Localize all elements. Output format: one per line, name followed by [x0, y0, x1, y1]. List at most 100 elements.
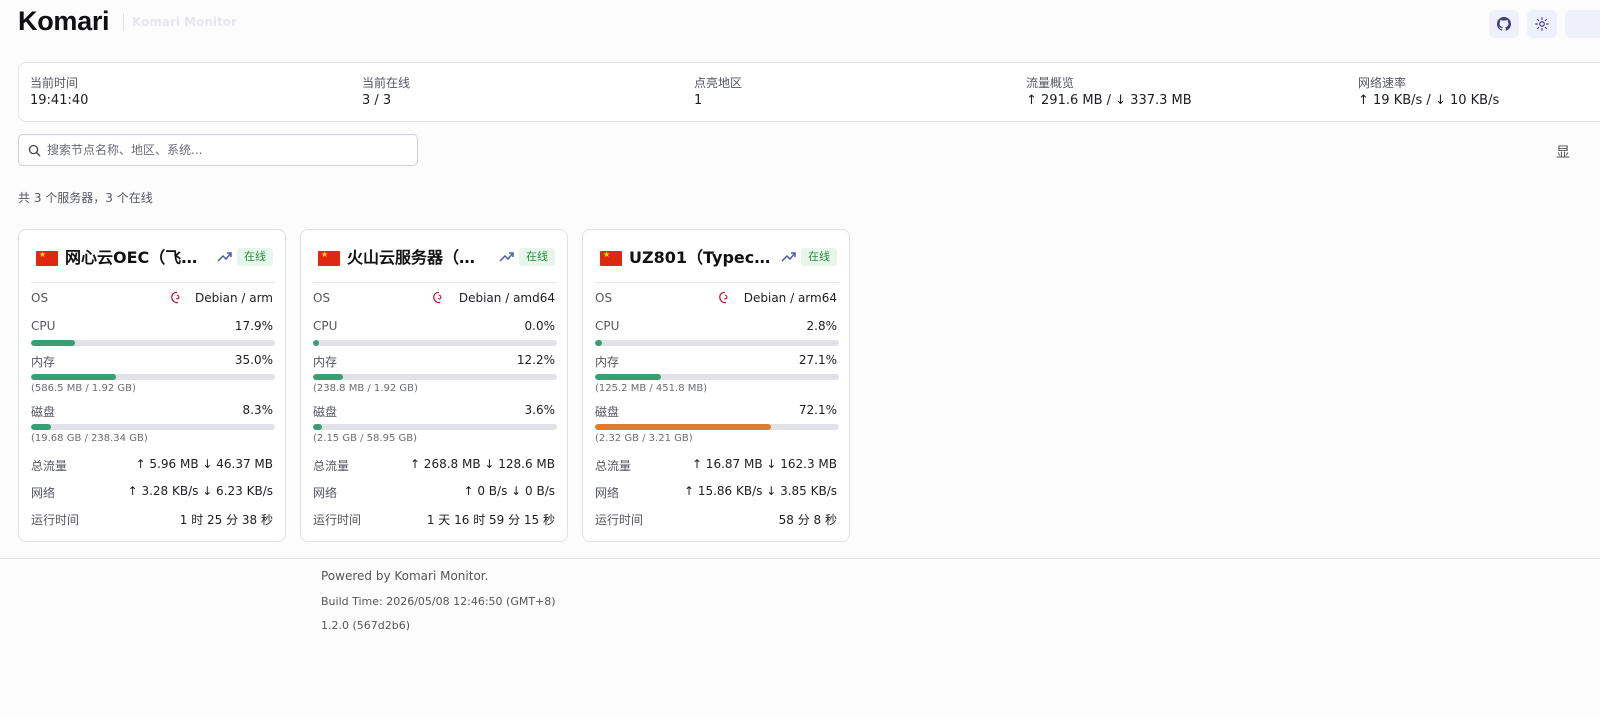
mem-value: 35.0%: [234, 353, 273, 367]
trend-icon[interactable]: [499, 250, 515, 264]
server-name[interactable]: 网心云OEC（飞…: [65, 248, 213, 268]
divider: [595, 282, 839, 283]
uptime-label: 运行时间: [31, 513, 80, 527]
cpu-label: CPU: [31, 319, 56, 333]
uptime-label: 运行时间: [313, 513, 362, 527]
server-name[interactable]: 火山云服务器（…: [347, 248, 495, 268]
disk-bar-fill: [31, 424, 52, 430]
status-badge: 在线: [519, 248, 555, 266]
stat-traffic: 流量概览 ↑ 291.6 MB / ↓ 337.3 MB: [1026, 75, 1192, 110]
mem-label: 内存: [595, 355, 620, 369]
trend-icon[interactable]: [217, 250, 233, 264]
disk-label: 磁盘: [595, 405, 620, 419]
uptime-label: 运行时间: [595, 513, 644, 527]
trend-icon[interactable]: [781, 250, 797, 264]
uptime-value: 58 分 8 秒: [778, 513, 837, 527]
cpu-label: CPU: [595, 319, 620, 333]
stat-value: ↑ 291.6 MB / ↓ 337.3 MB: [1026, 93, 1192, 108]
card-header: 火山云服务器（… 在线: [313, 248, 557, 268]
net-label: 网络: [595, 486, 620, 500]
search-input[interactable]: [47, 135, 407, 165]
stat-network-speed: 网络速率 ↑ 19 KB/s / ↓ 10 KB/s: [1358, 75, 1499, 110]
server-card[interactable]: 网心云OEC（飞… 在线 OS Debian / arm CPU 17.9% 内…: [18, 229, 286, 542]
disk-label: 磁盘: [313, 405, 338, 419]
cn-flag-icon: [600, 250, 622, 266]
brand-title[interactable]: Komari: [18, 6, 110, 37]
search-icon: [28, 144, 41, 157]
cpu-value: 0.0%: [524, 319, 556, 333]
search-box[interactable]: [18, 134, 418, 166]
os-label: OS: [595, 291, 613, 305]
cpu-bar: [595, 340, 839, 346]
traffic-label: 总流量: [313, 459, 350, 473]
server-card[interactable]: 火山云服务器（… 在线 OS Debian / amd64 CPU 0.0% 内…: [300, 229, 568, 542]
footer-powered-by[interactable]: Powered by Komari Monitor.: [321, 569, 488, 583]
disk-detail: (19.68 GB / 238.34 GB): [31, 433, 148, 444]
disk-bar-fill: [595, 424, 771, 430]
debian-icon: [719, 291, 728, 304]
github-button[interactable]: [1489, 10, 1519, 38]
status-badge: 在线: [237, 248, 273, 266]
cpu-bar-fill: [31, 340, 75, 346]
net-value: ↑ 15.86 KB/s ↓ 3.85 KB/s: [683, 484, 837, 498]
cpu-bar-fill: [595, 340, 602, 346]
status-badge: 在线: [801, 248, 837, 266]
brand-subtitle: Komari Monitor: [123, 13, 237, 31]
mem-label: 内存: [31, 355, 56, 369]
traffic-value: ↑ 5.96 MB ↓ 46.37 MB: [135, 457, 273, 471]
divider: [313, 282, 557, 283]
mem-bar-fill: [31, 374, 117, 380]
traffic-label: 总流量: [595, 459, 632, 473]
stat-label: 当前在线: [362, 76, 411, 90]
disk-detail: (2.15 GB / 58.95 GB): [313, 433, 417, 444]
disk-bar: [31, 424, 275, 430]
cpu-value: 17.9%: [234, 319, 273, 333]
os-value: Debian / amd64: [458, 291, 555, 305]
stat-label: 点亮地区: [694, 76, 743, 90]
net-label: 网络: [313, 486, 338, 500]
disk-label: 磁盘: [31, 405, 56, 419]
card-header: 网心云OEC（飞… 在线: [31, 248, 275, 268]
footer-version: 1.2.0 (567d2b6): [321, 619, 411, 632]
stat-label: 网络速率: [1358, 76, 1407, 90]
debian-icon: [433, 291, 442, 304]
mem-detail: (586.5 MB / 1.92 GB): [31, 383, 136, 394]
os-value: Debian / arm: [195, 291, 273, 305]
server-name[interactable]: UZ801（Typech…: [629, 248, 777, 268]
stat-label: 当前时间: [30, 76, 79, 90]
stat-online: 当前在线 3 / 3: [362, 75, 410, 110]
cn-flag-icon: [36, 250, 58, 266]
cpu-bar: [313, 340, 557, 346]
net-label: 网络: [31, 486, 56, 500]
theme-toggle-button[interactable]: [1527, 10, 1557, 38]
disk-bar: [313, 424, 557, 430]
uptime-value: 1 天 16 时 59 分 15 秒: [426, 513, 555, 527]
disk-detail: (2.32 GB / 3.21 GB): [595, 433, 693, 444]
menu-button[interactable]: [1565, 10, 1600, 38]
net-value: ↑ 3.28 KB/s ↓ 6.23 KB/s: [127, 484, 273, 498]
mem-value: 27.1%: [798, 353, 837, 367]
mem-value: 12.2%: [516, 353, 555, 367]
card-header: UZ801（Typech… 在线: [595, 248, 839, 268]
uptime-value: 1 时 25 分 38 秒: [179, 513, 273, 527]
os-label: OS: [313, 291, 331, 305]
stat-label: 流量概览: [1026, 76, 1075, 90]
disk-value: 3.6%: [524, 403, 556, 417]
cpu-bar: [31, 340, 275, 346]
stat-current-time: 当前时间 19:41:40: [30, 75, 88, 110]
mem-bar-fill: [313, 374, 343, 380]
stat-regions: 点亮地区 1: [694, 75, 742, 110]
stat-value: 19:41:40: [30, 93, 89, 108]
cpu-label: CPU: [313, 319, 338, 333]
disk-bar-fill: [313, 424, 322, 430]
view-toggle-button[interactable]: 显: [1556, 142, 1570, 162]
mem-bar-fill: [595, 374, 662, 380]
mem-bar: [595, 374, 839, 380]
footer-build-time: Build Time: 2026/05/08 12:46:50 (GMT+8): [321, 595, 556, 608]
cpu-bar-fill: [313, 340, 320, 346]
stat-value: 1: [694, 93, 703, 108]
mem-detail: (125.2 MB / 451.8 MB): [595, 383, 708, 394]
server-card[interactable]: UZ801（Typech… 在线 OS Debian / arm64 CPU 2…: [582, 229, 850, 542]
stat-value: 3 / 3: [362, 93, 392, 108]
os-value: Debian / arm64: [743, 291, 837, 305]
